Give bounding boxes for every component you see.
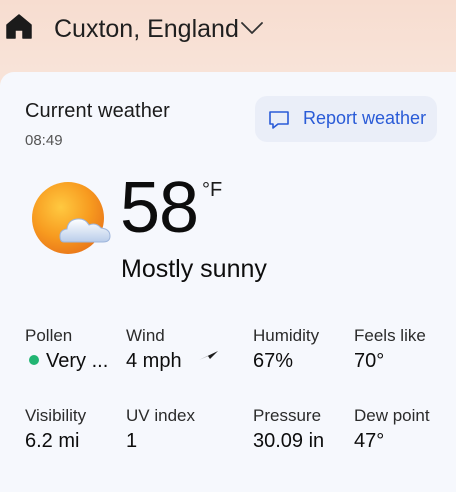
visibility-value[interactable]: 6.2 mi [25,430,79,453]
uv-index-label: UV index [126,406,195,425]
visibility-label: Visibility [25,406,87,425]
location-selector[interactable]: Cuxton, England [54,13,239,45]
chat-bubble-icon [269,111,289,129]
pollen-status-dot [29,354,39,365]
wind-direction-arrow-icon [199,351,218,360]
feels-like-label: Feels like [354,326,426,345]
home-button[interactable] [5,12,33,40]
feels-like-value[interactable]: 70° [354,350,384,373]
humidity-label: Humidity [253,326,320,345]
sun-behind-cloud-icon [32,182,111,254]
observation-time: 08:49 [25,132,63,149]
report-weather-label: Report weather [303,108,427,128]
humidity-value[interactable]: 67% [253,350,293,373]
wind-value[interactable]: 4 mph [126,350,182,373]
wind-label: Wind [126,326,165,345]
dew-point-value[interactable]: 47° [354,430,384,453]
top-bar: Cuxton, England [0,0,456,60]
home-icon [6,14,32,39]
dew-point-label: Dew point [354,406,430,425]
pressure-label: Pressure [253,406,322,425]
uv-index-value[interactable]: 1 [126,430,137,453]
temperature-unit-toggle[interactable]: °F [202,179,222,202]
condition-text: Mostly sunny [121,255,267,283]
current-weather-title: Current weather [25,100,170,122]
pollen-value[interactable]: Very ... [29,350,108,373]
temperature-value: 58 [120,168,199,248]
chevron-down-icon[interactable] [240,20,264,36]
report-weather-button[interactable]: Report weather [255,96,437,142]
pollen-label: Pollen [25,326,73,345]
pressure-value[interactable]: 30.09 in [253,430,324,453]
pollen-value-text: Very ... [46,350,109,372]
